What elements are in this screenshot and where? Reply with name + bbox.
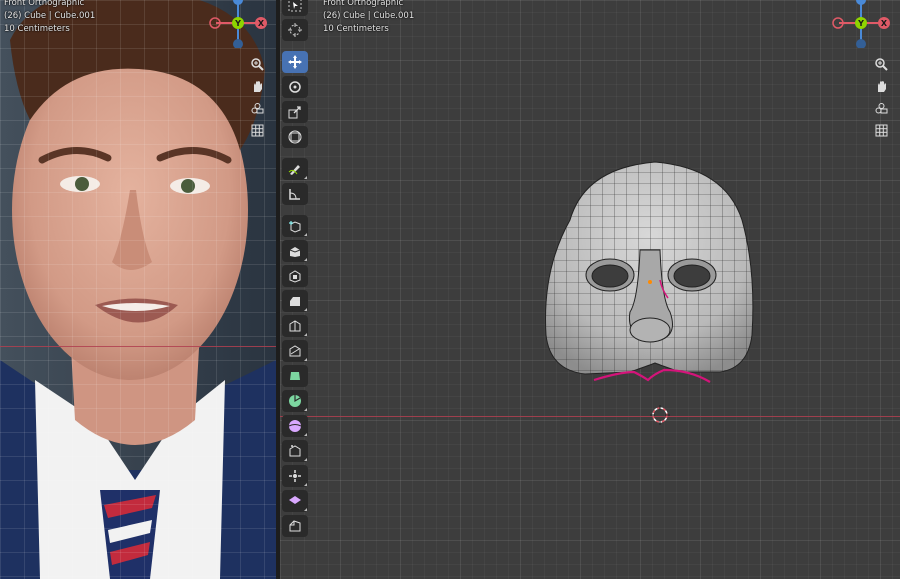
svg-text:Y: Y bbox=[857, 19, 864, 28]
scale-info: 10 Centimeters bbox=[323, 24, 389, 34]
scale-info: 10 Centimeters bbox=[4, 24, 70, 34]
viewport-grid bbox=[0, 0, 276, 579]
knife-icon[interactable] bbox=[282, 340, 308, 362]
x-axis-line bbox=[280, 416, 900, 417]
x-axis-line bbox=[0, 346, 276, 347]
cursor-icon[interactable] bbox=[282, 19, 308, 41]
hand-pan-icon[interactable] bbox=[248, 77, 266, 95]
3d-cursor[interactable] bbox=[650, 405, 670, 425]
rotate-icon[interactable] bbox=[282, 76, 308, 98]
edge-slide-icon[interactable] bbox=[282, 440, 308, 462]
extrude-icon[interactable] bbox=[282, 240, 308, 262]
poly-build-icon[interactable] bbox=[282, 365, 308, 387]
face-mask-mesh[interactable] bbox=[530, 150, 780, 390]
svg-text:X: X bbox=[258, 19, 265, 28]
bevel-icon[interactable] bbox=[282, 290, 308, 312]
navigation-gizmo[interactable]: Y X bbox=[206, 0, 270, 48]
inset-icon[interactable] bbox=[282, 265, 308, 287]
right-viewport[interactable]: Front Orthographic (26) Cube | Cube.001 … bbox=[280, 0, 900, 579]
shear-icon[interactable] bbox=[282, 490, 308, 512]
loop-cut-icon[interactable] bbox=[282, 315, 308, 337]
transform-icon[interactable] bbox=[282, 126, 308, 148]
grid-icon[interactable] bbox=[248, 121, 266, 139]
grid-icon[interactable] bbox=[872, 121, 890, 139]
scale-icon[interactable] bbox=[282, 101, 308, 123]
zoom-icon[interactable] bbox=[248, 55, 266, 73]
camera-icon[interactable] bbox=[872, 99, 890, 117]
select-box-icon[interactable] bbox=[282, 0, 308, 16]
viewport-info: Front Orthographic (26) Cube | Cube.001 … bbox=[4, 0, 95, 36]
camera-icon[interactable] bbox=[248, 99, 266, 117]
left-viewport[interactable]: Front Orthographic (26) Cube | Cube.001 … bbox=[0, 0, 276, 579]
view-name: Front Orthographic bbox=[323, 0, 404, 8]
measure-icon[interactable] bbox=[282, 183, 308, 205]
view-name: Front Orthographic bbox=[4, 0, 85, 8]
add-cube-icon[interactable] bbox=[282, 215, 308, 237]
annotate-icon[interactable] bbox=[282, 158, 308, 180]
viewport-info: Front Orthographic (26) Cube | Cube.001 … bbox=[323, 0, 414, 36]
move-icon[interactable] bbox=[282, 51, 308, 73]
object-info: (26) Cube | Cube.001 bbox=[4, 11, 96, 21]
zoom-icon[interactable] bbox=[872, 55, 890, 73]
svg-text:X: X bbox=[881, 19, 888, 28]
svg-text:Y: Y bbox=[234, 19, 241, 28]
spin-icon[interactable] bbox=[282, 390, 308, 412]
rip-icon[interactable] bbox=[282, 515, 308, 537]
tool-shelf bbox=[282, 0, 310, 537]
shrink-fatten-icon[interactable] bbox=[282, 465, 308, 487]
navigation-gizmo[interactable]: Y X bbox=[829, 0, 893, 48]
hand-pan-icon[interactable] bbox=[872, 77, 890, 95]
smooth-icon[interactable] bbox=[282, 415, 308, 437]
object-info: (26) Cube | Cube.001 bbox=[323, 11, 415, 21]
